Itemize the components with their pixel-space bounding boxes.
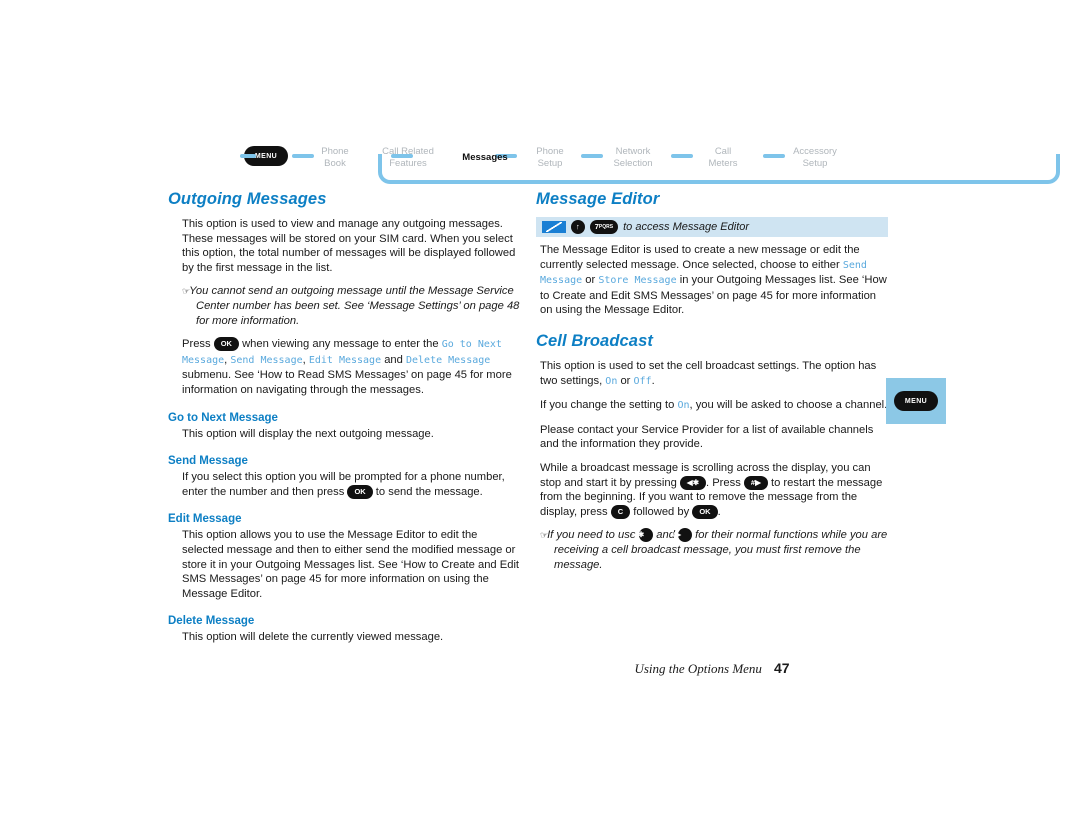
page-number: 47	[773, 660, 790, 676]
nav-item-network-selection[interactable]: Network Selection	[598, 146, 668, 169]
flash-menu-icon	[542, 221, 566, 233]
manual-page: MENU Phone Book Call Related Features Me…	[0, 0, 1080, 834]
paragraph-edit-message: This option allows you to use the Messag…	[182, 529, 520, 600]
change-text-a: If you change the setting to	[540, 399, 675, 412]
nav-item-call-meters[interactable]: Call Meters	[696, 146, 750, 169]
mono-off: Off	[633, 375, 652, 387]
right-column: Message Editor ↑ 7 PQRS to access Message…	[536, 190, 888, 581]
menu-tab-marker[interactable]: MENU	[886, 378, 946, 424]
nav-item-phone-book[interactable]: Phone Book	[306, 146, 364, 169]
paragraph-send-message: If you select this option you will be pr…	[168, 470, 520, 499]
shortcut-bar-message-editor: ↑ 7 PQRS to access Message Editor	[536, 217, 888, 237]
nav-item-phone-setup[interactable]: Phone Setup	[522, 146, 578, 169]
menu-key-label: MENU	[254, 152, 278, 160]
broadcast-or: or	[620, 374, 631, 387]
shortcut-description: to access Message Editor	[623, 221, 750, 233]
menu-tab-label: MENU	[904, 397, 928, 405]
period-2: .	[717, 505, 721, 518]
clear-key-icon[interactable]: C	[610, 504, 631, 519]
subheading-go-to-next-message: Go to Next Message	[168, 411, 278, 424]
paragraph-change-setting: If you change the setting to On, you wil…	[536, 398, 888, 414]
ok-key-icon[interactable]: OK	[692, 504, 718, 519]
star-key-icon[interactable]: ◀✱	[679, 475, 706, 490]
section-heading-cell-broadcast: Cell Broadcast	[536, 331, 653, 350]
comma-1: ,	[224, 353, 228, 366]
send-message-text-b: to send the message.	[375, 485, 483, 498]
key-letters: PQRS	[598, 224, 614, 230]
paragraph-outgoing-intro: This option is used to view and manage a…	[182, 218, 516, 274]
period-1: .	[651, 374, 655, 387]
breadcrumb-nav: MENU Phone Book Call Related Features Me…	[240, 142, 1060, 184]
editor-text-a: The Message Editor is used to create a n…	[540, 244, 860, 271]
section-heading-message-editor: Message Editor	[536, 190, 660, 208]
left-column: Outgoing Messages This option is used to…	[168, 190, 520, 654]
page-footer: Using the Options Menu 47	[536, 660, 888, 677]
paragraph-message-editor: The Message Editor is used to create a n…	[536, 243, 888, 318]
comma-2: ,	[302, 353, 306, 366]
mono-store-message: Store Message	[598, 275, 677, 287]
nav-item-call-related-features[interactable]: Call Related Features	[372, 146, 444, 169]
hash-key-icon[interactable]: #▶	[743, 475, 768, 490]
ok-key-icon[interactable]: OK	[347, 484, 373, 499]
paragraph-scrolling-broadcast: While a broadcast message is scrolling a…	[536, 461, 888, 519]
star-key-icon[interactable]: ◀✱	[632, 528, 654, 543]
note-text-a: If you need to use	[547, 529, 637, 542]
paragraph-cell-broadcast-settings: This option is used to set the cell broa…	[536, 359, 888, 389]
mono-on: On	[605, 375, 618, 387]
nav-item-accessory-setup[interactable]: Accessory Setup	[782, 146, 848, 169]
ok-key-icon[interactable]: OK	[213, 337, 239, 352]
editor-or: or	[585, 274, 596, 287]
nav-connector	[671, 154, 693, 158]
paragraph-press-ok-submenu: Press OK when viewing any message to ent…	[168, 337, 520, 397]
nav-connector	[240, 154, 256, 158]
subheading-send-message: Send Message	[168, 455, 248, 468]
subheading-edit-message: Edit Message	[168, 513, 242, 526]
footer-text: Using the Options Menu	[634, 661, 762, 676]
subheading-delete-message: Delete Message	[168, 615, 255, 628]
press-tail: submenu. See ‘How to Read SMS Messages’ …	[182, 369, 512, 396]
press-prefix: Press	[182, 338, 211, 351]
paragraph-go-to-next-message: This option will display the next outgoi…	[182, 427, 434, 440]
scroll-text-b: . Press	[705, 476, 741, 489]
mono-delete-message: Delete Message	[405, 354, 491, 366]
hash-key-icon[interactable]: #▶	[671, 528, 693, 543]
scroll-text-d: followed by	[633, 505, 690, 518]
note-message-service-center: ☞You cannot send an outgoing message unt…	[182, 285, 520, 327]
seven-pqrs-key-icon[interactable]: 7 PQRS	[589, 220, 619, 234]
paragraph-service-provider: Please contact your Service Provider for…	[540, 423, 874, 451]
paragraph-delete-message: This option will delete the currently vi…	[182, 631, 444, 644]
section-heading-outgoing-messages: Outgoing Messages	[168, 190, 327, 208]
and-1: and	[384, 353, 403, 366]
broadcast-text-a: This option is used to set the cell broa…	[540, 359, 877, 387]
press-mid: when viewing any message to enter the	[242, 338, 439, 351]
up-arrow-key-icon[interactable]: ↑	[571, 220, 585, 234]
mono-on: On	[677, 400, 690, 412]
note-normal-functions: ☞If you need to use ◀✱ and #▶ for their …	[536, 528, 888, 572]
nav-item-messages[interactable]: Messages	[454, 152, 516, 164]
mono-send-message: Send Message	[230, 354, 303, 366]
menu-key-icon[interactable]: MENU	[894, 391, 938, 411]
change-text-b: , you will be asked to choose a channel.	[689, 399, 888, 412]
mono-edit-message: Edit Message	[308, 354, 382, 366]
